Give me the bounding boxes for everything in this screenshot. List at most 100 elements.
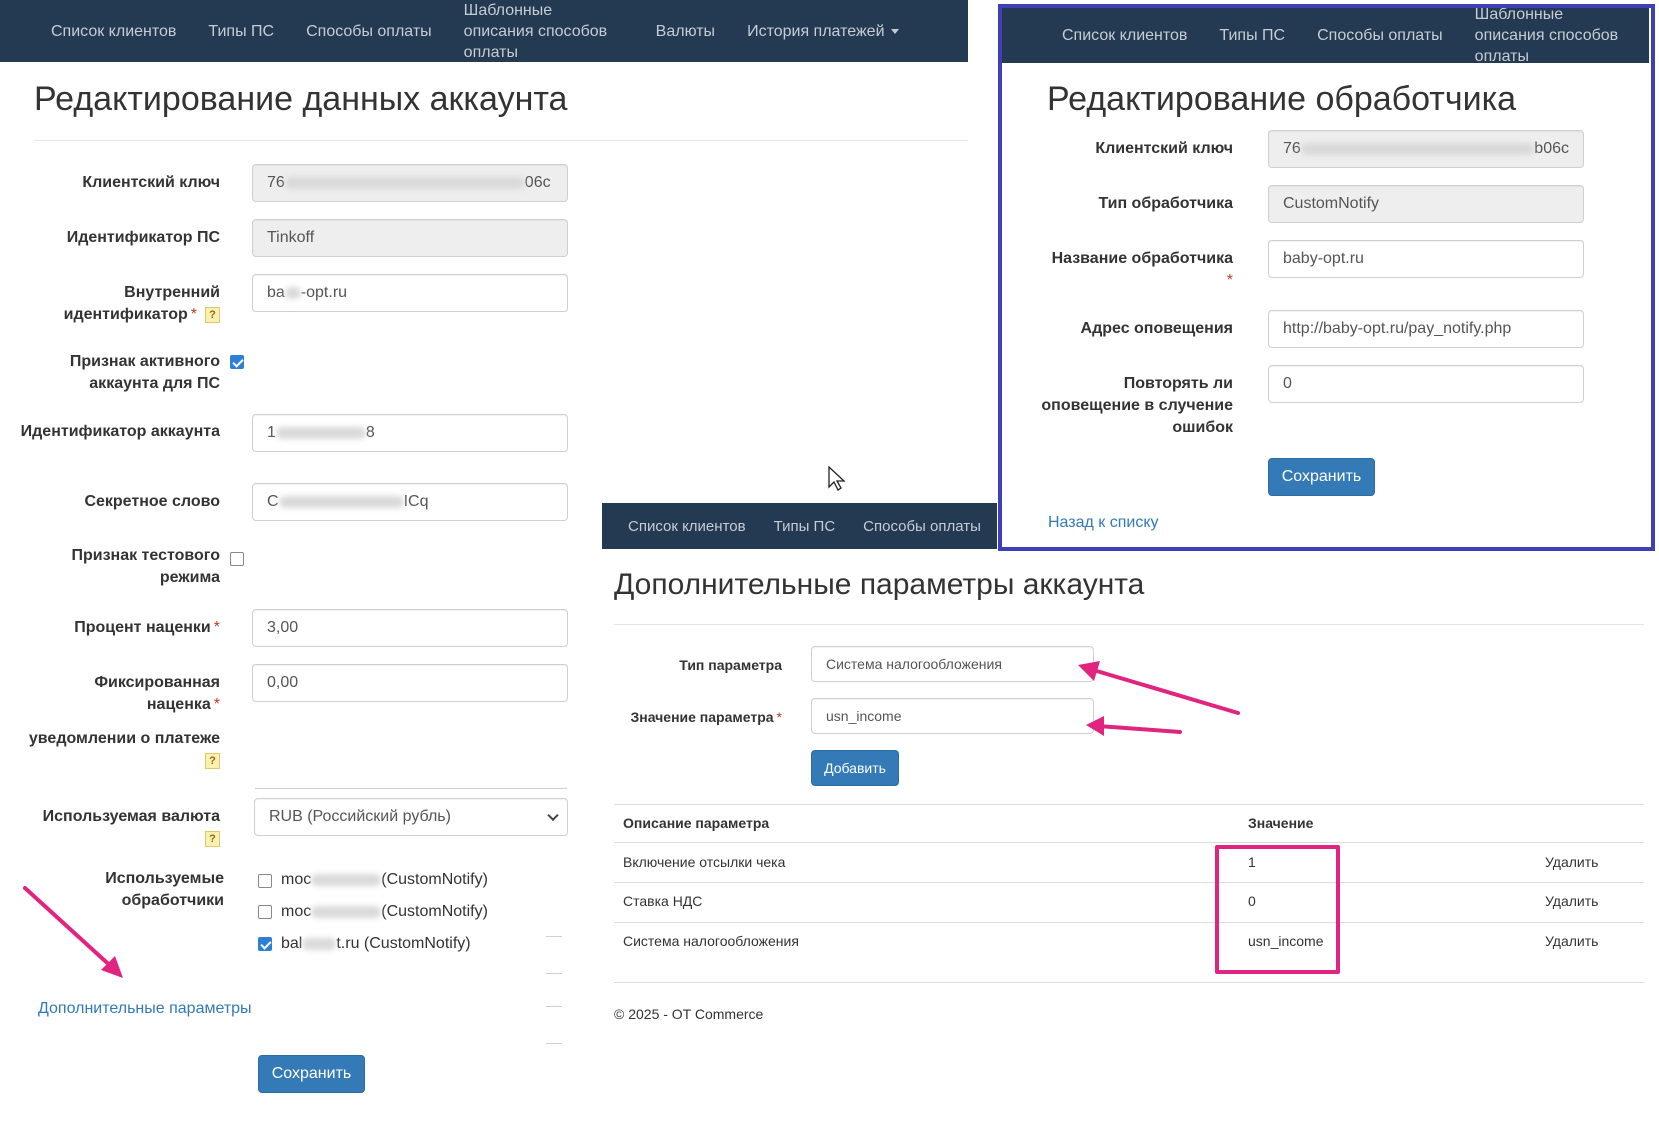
handler-checkbox[interactable] xyxy=(258,874,272,888)
table-bottom-border xyxy=(614,982,1644,983)
param-type-select[interactable]: Система налогообложения xyxy=(811,646,1094,682)
add-button[interactable]: Добавить xyxy=(811,750,899,786)
cursor-icon xyxy=(828,466,846,491)
secret-value-end: ICq xyxy=(403,493,429,510)
label-markup-percent-text: Процент наценки xyxy=(74,619,211,636)
redacted-mask xyxy=(278,496,404,508)
test-mode-checkbox[interactable] xyxy=(230,552,244,566)
label-active: Признак активного аккаунта для ПС xyxy=(69,353,220,392)
internal-id-value-end: -opt.ru xyxy=(300,284,348,301)
table-header: Описание параметра xyxy=(623,815,770,831)
delete-link[interactable]: Удалить xyxy=(1545,893,1598,909)
handler-checkbox[interactable] xyxy=(258,937,272,951)
label-param-value-text: Значение параметра xyxy=(630,709,774,725)
markup-percent-field[interactable]: 3,00 xyxy=(252,609,568,647)
back-to-list-link[interactable]: Назад к списку xyxy=(1048,514,1159,532)
required-marker: * xyxy=(776,709,782,725)
label-fixed-markup-text: Фиксированная наценка xyxy=(94,674,220,713)
divider xyxy=(614,624,1644,625)
currency-select[interactable]: RUB (Российский рубль) xyxy=(254,798,568,836)
page-title: Редактирование обработчика xyxy=(1047,80,1517,118)
footer-copyright: © 2025 - OT Commerce xyxy=(614,1006,764,1022)
table-cell: Включение отсылки чека xyxy=(623,854,786,870)
divider xyxy=(546,1043,562,1044)
handler-option: moc (CustomNotify) xyxy=(281,871,488,889)
bottom-navbar: Список клиентов Типы ПС Способы оплаты xyxy=(602,503,997,549)
handler-type-field[interactable]: CustomNotify xyxy=(1268,185,1584,223)
annotation-highlight xyxy=(1215,845,1340,974)
label-account-id: Идентификатор аккаунта xyxy=(20,423,220,440)
param-value-field[interactable]: usn_income xyxy=(811,698,1094,734)
nav-payment-methods[interactable]: Способы оплаты xyxy=(290,21,448,42)
required-marker: * xyxy=(213,696,220,713)
nav-payment-templates[interactable]: Шаблонные описания способов оплаты xyxy=(448,0,640,63)
table-cell: Система налогообложения xyxy=(623,933,799,949)
nav-clients[interactable]: Список клиентов xyxy=(35,21,192,42)
client-key-field[interactable]: 76 06c xyxy=(252,164,568,202)
label-notify-url: Адрес оповещения xyxy=(1080,320,1233,337)
label-markup-percent: Процент наценки * xyxy=(20,617,220,639)
table-header: Значение xyxy=(1248,815,1314,831)
internal-id-field[interactable]: ba -opt.ru xyxy=(252,274,568,312)
account-id-field[interactable]: 18 xyxy=(252,414,568,452)
label-secret: Секретное слово xyxy=(84,493,220,510)
annotation-arrow-icon xyxy=(23,886,123,978)
label-fixed-markup: Фиксированная наценка * xyxy=(20,672,220,716)
chevron-down-icon xyxy=(547,809,559,822)
table-cell: Ставка НДС xyxy=(623,893,703,909)
redacted-mask xyxy=(284,287,301,299)
left-navbar: Список клиентов Типы ПС Способы оплаты Ш… xyxy=(0,0,968,62)
active-checkbox[interactable] xyxy=(230,355,244,369)
nav-ps-types[interactable]: Типы ПС xyxy=(192,21,290,42)
label-currency: Используемая валюта? xyxy=(20,806,220,850)
nav-payment-history-label: История платежей xyxy=(747,22,885,40)
handler-checkbox[interactable] xyxy=(258,905,272,919)
help-icon[interactable]: ? xyxy=(205,306,220,323)
handler-prefix: moc xyxy=(281,903,312,920)
nav-clients[interactable]: Список клиентов xyxy=(614,516,760,537)
nav-payment-methods[interactable]: Способы оплаты xyxy=(849,516,995,537)
label-handler-name: Название обработчика * xyxy=(1040,248,1233,292)
handler-name-field[interactable]: baby-opt.ru xyxy=(1268,240,1584,278)
handler-prefix: moc xyxy=(281,871,312,888)
retry-field[interactable]: 0 xyxy=(1268,365,1584,403)
secret-field[interactable]: C ICq xyxy=(252,483,568,521)
save-button[interactable]: Сохранить xyxy=(1268,458,1375,496)
required-marker: * xyxy=(190,306,197,323)
table-row xyxy=(614,882,1644,883)
table-top-border xyxy=(614,804,1644,805)
notify-url-field[interactable]: http://baby-opt.ru/pay_notify.php xyxy=(1268,310,1584,348)
label-payment-notification-text: уведомлении о платеже xyxy=(28,730,220,747)
help-icon[interactable]: ? xyxy=(205,752,220,769)
divider xyxy=(546,1006,562,1007)
nav-payment-history[interactable]: История платежей xyxy=(731,21,914,42)
save-button[interactable]: Сохранить xyxy=(258,1055,365,1093)
client-key-field[interactable]: 76 b06c xyxy=(1268,130,1584,168)
handler-suffix: (CustomNotify) xyxy=(381,903,488,920)
nav-ps-types[interactable]: Типы ПС xyxy=(760,516,850,537)
client-key-value-end: 06c xyxy=(524,174,551,191)
handler-option: moc (CustomNotify) xyxy=(281,903,488,921)
client-key-value-start: 76 xyxy=(267,174,285,191)
table-row xyxy=(614,922,1644,923)
redacted-mask xyxy=(275,427,366,439)
account-id-value-start: 1 xyxy=(267,424,276,441)
delete-link[interactable]: Удалить xyxy=(1545,933,1598,949)
annotation-arrow-icon xyxy=(1086,716,1182,736)
handler-prefix: bal xyxy=(281,935,303,952)
redacted-mask xyxy=(284,177,525,189)
handler-option: bal t.ru (CustomNotify) xyxy=(281,935,471,953)
nav-currencies[interactable]: Валюты xyxy=(640,21,731,42)
help-icon[interactable]: ? xyxy=(205,830,220,847)
ps-id-field[interactable]: Tinkoff xyxy=(252,219,568,257)
label-handler-name-text: Название обработчика xyxy=(1051,250,1233,267)
delete-link[interactable]: Удалить xyxy=(1545,854,1598,870)
fixed-markup-field[interactable]: 0,00 xyxy=(252,664,568,702)
redacted-mask xyxy=(302,937,337,950)
label-currency-text: Используемая валюта xyxy=(42,808,220,825)
page-title: Редактирование данных аккаунта xyxy=(34,80,568,118)
required-marker: * xyxy=(1226,272,1233,289)
table-header-border xyxy=(614,842,1644,843)
extra-params-link[interactable]: Дополнительные параметры xyxy=(38,1000,252,1018)
divider xyxy=(546,973,562,974)
